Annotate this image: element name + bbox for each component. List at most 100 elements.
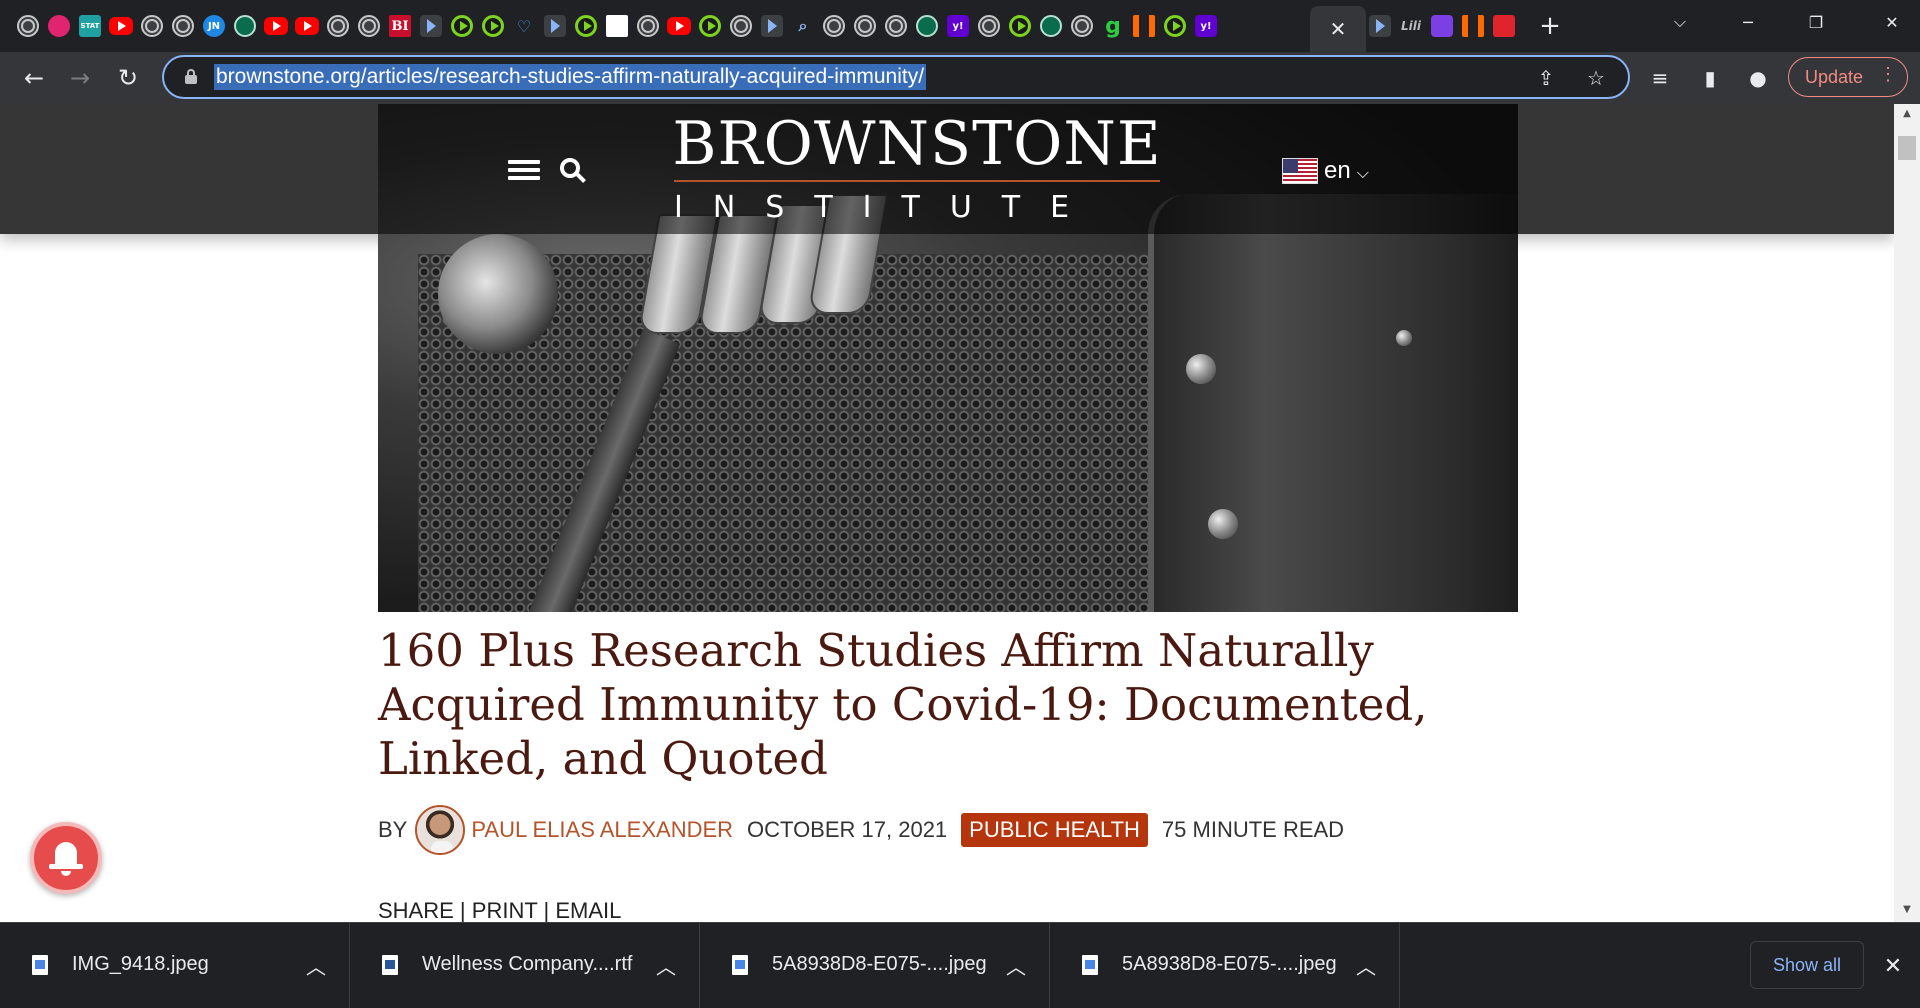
email-link[interactable]: EMAIL	[555, 898, 621, 922]
tab-jn-icon[interactable]: JN	[200, 12, 228, 40]
media-queue-icon[interactable]: ≡	[1644, 62, 1676, 94]
print-link[interactable]: PRINT	[472, 898, 538, 922]
logo-subtitle[interactable]: INSTITUTE	[674, 188, 1160, 228]
tab-map-icon[interactable]	[603, 12, 631, 40]
reload-button[interactable]: ↻	[112, 62, 144, 94]
tab-orange-icon[interactable]	[1130, 12, 1158, 40]
tab-globe-icon[interactable]	[14, 12, 42, 40]
side-panel-icon[interactable]: ▮	[1694, 62, 1726, 94]
tab-youtube-icon[interactable]	[262, 12, 290, 40]
download-filename[interactable]: IMG_9418.jpeg	[72, 953, 209, 976]
orange-icon	[1133, 15, 1155, 37]
tab-search-chevron-icon[interactable]: ⌵	[1668, 10, 1692, 34]
scroll-down-icon[interactable]: ▼	[1894, 904, 1920, 918]
language-selector[interactable]: en ⌵	[1282, 156, 1369, 186]
tab-globe-icon[interactable]	[1068, 12, 1096, 40]
tab-globe-icon[interactable]	[882, 12, 910, 40]
download-item[interactable]: 5A8938D8-E075-....jpeg ︿	[1050, 923, 1400, 1008]
tab-youtube-icon[interactable]	[107, 12, 135, 40]
tab-green-icon[interactable]	[913, 12, 941, 40]
page-scrollbar[interactable]: ▲ ▼	[1894, 104, 1920, 922]
tab-green-icon[interactable]	[1037, 12, 1065, 40]
tab-yahoo-icon[interactable]: y!	[944, 12, 972, 40]
more-menu-icon[interactable]: ⋮	[1879, 64, 1897, 85]
chevron-up-icon[interactable]: ︿	[1356, 951, 1376, 980]
tab-orange-icon[interactable]	[1459, 12, 1487, 40]
close-tab-icon[interactable]: ✕	[1330, 17, 1347, 41]
share-link[interactable]: SHARE	[378, 898, 454, 922]
download-filename[interactable]: 5A8938D8-E075-....jpeg	[1122, 953, 1337, 976]
tab-green-icon[interactable]	[231, 12, 259, 40]
update-button[interactable]: Update ⋮	[1788, 57, 1908, 97]
tab-globe-icon[interactable]	[355, 12, 383, 40]
logo-wordmark[interactable]: BROWNSTONE	[672, 110, 1162, 178]
tab-bi-icon[interactable]: BI	[386, 12, 414, 40]
play-icon	[699, 15, 721, 37]
close-shelf-icon[interactable]: ✕	[1878, 951, 1908, 981]
category-badge[interactable]: PUBLIC HEALTH	[961, 813, 1148, 847]
tab-arrow-icon[interactable]	[541, 12, 569, 40]
hamburger-menu-icon[interactable]	[508, 160, 540, 184]
tab-globe-icon[interactable]	[138, 12, 166, 40]
minimize-button[interactable]: ─	[1728, 6, 1768, 38]
globe-icon	[854, 15, 876, 37]
new-tab-button[interactable]: +	[1536, 11, 1564, 41]
close-window-button[interactable]: ✕	[1872, 6, 1912, 38]
tab-play-icon[interactable]	[1161, 12, 1189, 40]
tab-globe-icon[interactable]	[324, 12, 352, 40]
tab-play-icon[interactable]	[448, 12, 476, 40]
url-text[interactable]: brownstone.org/articles/research-studies…	[214, 64, 927, 90]
tab-stat-icon[interactable]: STAT	[76, 12, 104, 40]
download-item[interactable]: Wellness Company....rtf ︿	[350, 923, 700, 1008]
tab-purple-icon[interactable]	[1428, 12, 1456, 40]
back-button[interactable]: ←	[18, 62, 50, 94]
tab-globe-icon[interactable]	[820, 12, 848, 40]
tab-arrow-icon[interactable]	[1366, 12, 1394, 40]
active-tab[interactable]: ✕	[1310, 6, 1366, 52]
tab-yahoo-icon[interactable]: y!	[1192, 12, 1220, 40]
notification-bell-icon[interactable]	[30, 822, 102, 894]
tab-search-icon[interactable]: ⌕	[789, 12, 817, 40]
download-filename[interactable]: Wellness Company....rtf	[422, 953, 632, 976]
tab-globe-icon[interactable]	[975, 12, 1003, 40]
tab-play-icon[interactable]	[1006, 12, 1034, 40]
chevron-up-icon[interactable]: ︿	[306, 951, 326, 980]
tab-youtube-icon[interactable]	[665, 12, 693, 40]
bookmark-star-icon[interactable]: ☆	[1584, 66, 1608, 90]
author-link[interactable]: PAUL ELIAS ALEXANDER	[471, 817, 733, 843]
arrow-icon	[1369, 15, 1391, 37]
tab-youtube-icon[interactable]	[293, 12, 321, 40]
download-filename[interactable]: 5A8938D8-E075-....jpeg	[772, 953, 987, 976]
tab-globe-icon[interactable]	[727, 12, 755, 40]
chevron-up-icon[interactable]: ︿	[656, 951, 676, 980]
globe-icon	[823, 15, 845, 37]
tab-globe-icon[interactable]	[169, 12, 197, 40]
tab-heart-icon[interactable]: ♡	[510, 12, 538, 40]
tab-play-icon[interactable]	[696, 12, 724, 40]
tab-play-icon[interactable]	[572, 12, 600, 40]
tab-arrow-icon[interactable]	[417, 12, 445, 40]
tab-red-icon[interactable]	[1490, 12, 1518, 40]
address-bar[interactable]: brownstone.org/articles/research-studies…	[162, 55, 1630, 99]
tab-play-icon[interactable]	[479, 12, 507, 40]
share-icon[interactable]: ⇪	[1534, 66, 1558, 90]
lock-icon[interactable]	[184, 69, 198, 85]
author-avatar[interactable]	[415, 805, 466, 855]
download-item[interactable]: 5A8938D8-E075-....jpeg ︿	[700, 923, 1050, 1008]
tab-pink-flower-icon[interactable]	[45, 12, 73, 40]
restore-button[interactable]: ❐	[1796, 6, 1836, 38]
chevron-up-icon[interactable]: ︿	[1006, 951, 1026, 980]
tab-globe-icon[interactable]	[634, 12, 662, 40]
tab-globe-icon[interactable]	[851, 12, 879, 40]
tab-lili-icon[interactable]: Lili	[1397, 12, 1425, 40]
profile-icon[interactable]: ●	[1742, 62, 1774, 94]
download-item[interactable]: IMG_9418.jpeg ︿	[0, 923, 350, 1008]
scroll-up-icon[interactable]: ▲	[1894, 108, 1920, 122]
forward-button[interactable]: →	[64, 62, 96, 94]
scroll-thumb[interactable]	[1898, 136, 1916, 160]
tab-g-icon[interactable]: g	[1099, 12, 1127, 40]
show-all-downloads-button[interactable]: Show all	[1750, 941, 1864, 989]
search-icon[interactable]	[560, 158, 588, 186]
tab-arrow-icon[interactable]	[758, 12, 786, 40]
youtube-icon	[109, 17, 133, 35]
